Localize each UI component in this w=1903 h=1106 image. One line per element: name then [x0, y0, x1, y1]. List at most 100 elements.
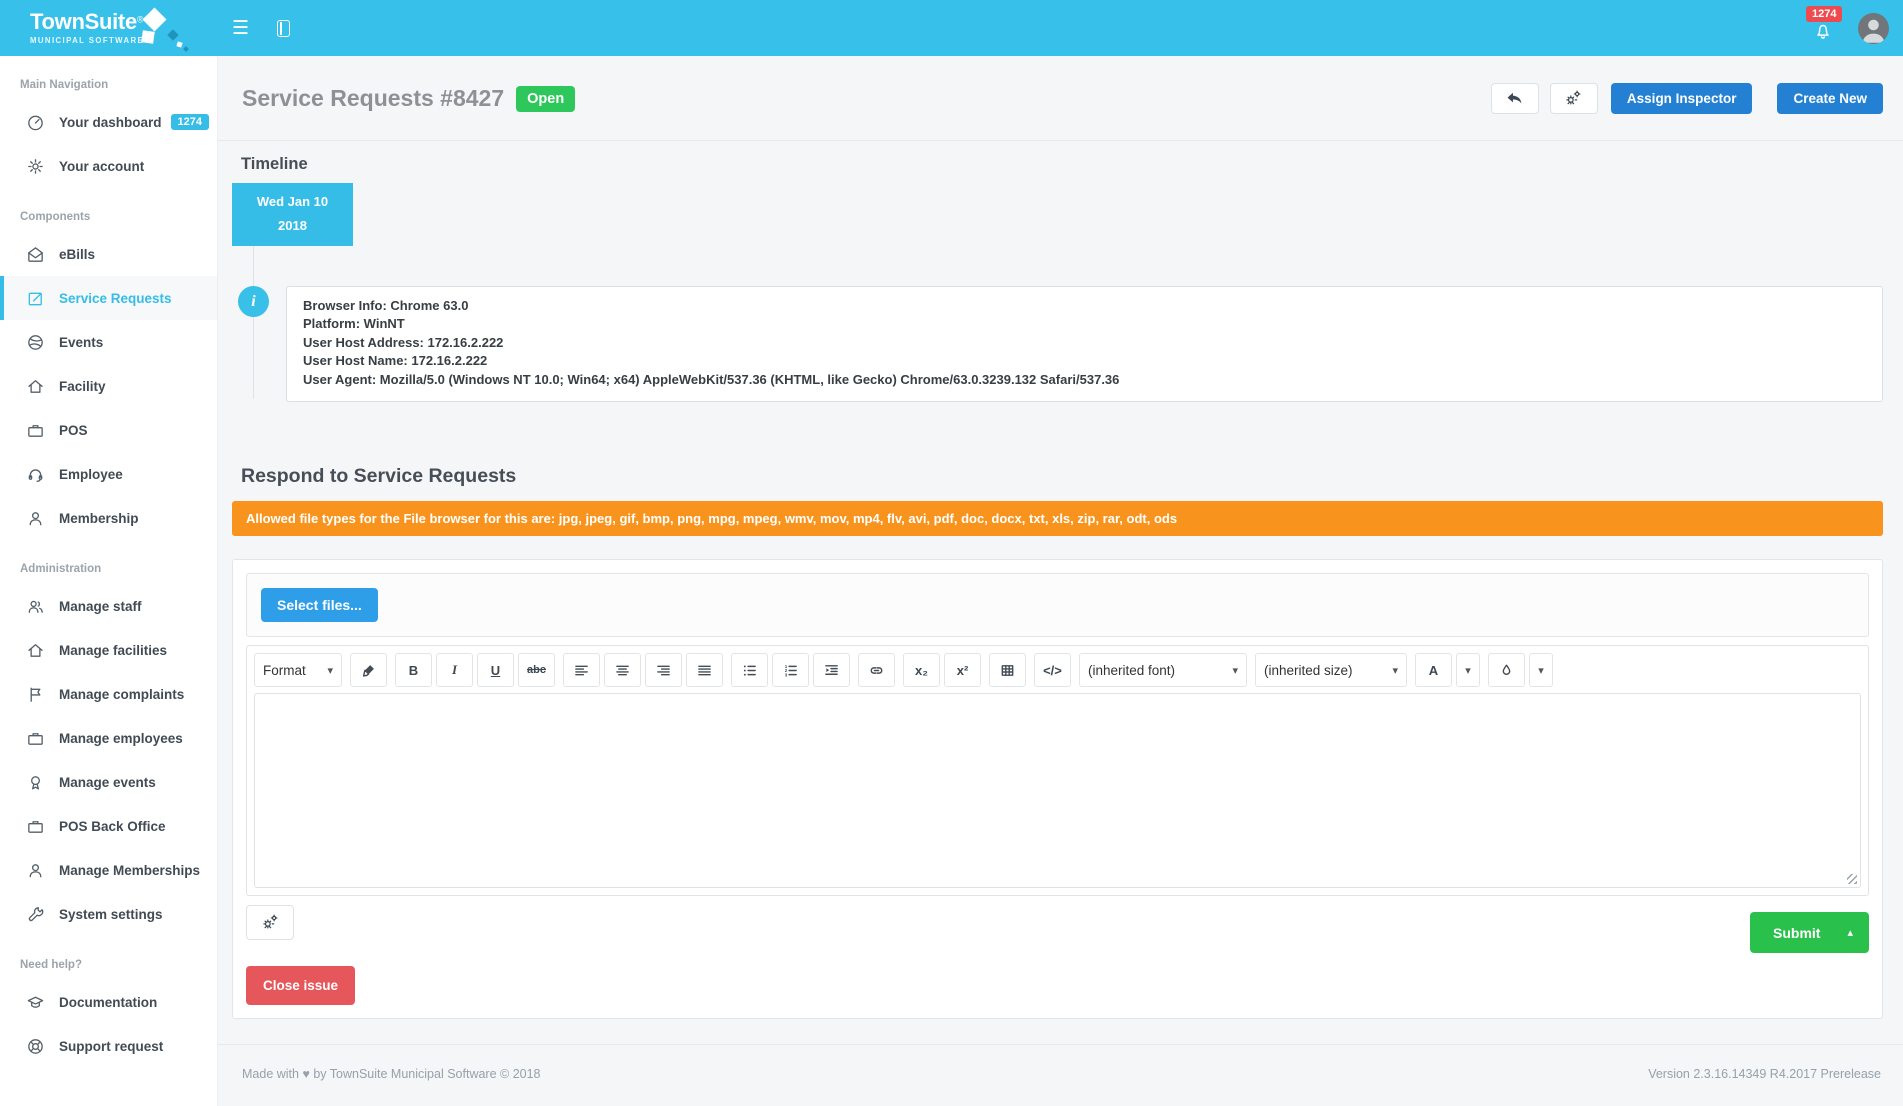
indent-button[interactable]: [813, 653, 850, 687]
sidebar-item-manage-facilities[interactable]: Manage facilities: [0, 628, 217, 672]
align-right-button[interactable]: [645, 653, 682, 687]
sidebar-item-events[interactable]: Events: [0, 320, 217, 364]
brand-text: TownSuite® MUNICIPAL SOFTWARE: [30, 11, 144, 45]
mobile-view-button[interactable]: [263, 0, 304, 56]
superscript-button[interactable]: x²: [944, 653, 981, 687]
sidebar-item-system-settings[interactable]: System settings: [0, 892, 217, 936]
brand-name: TownSuite: [30, 9, 137, 34]
footer-version: Version 2.3.16.14349 R4.2017 Prerelease: [1648, 1067, 1881, 1106]
sidebar-item-manage-employees[interactable]: Manage employees: [0, 716, 217, 760]
dashboard-count-badge: 1274: [171, 114, 209, 130]
select-files-button[interactable]: Select files...: [261, 588, 378, 622]
svg-text:3: 3: [785, 672, 788, 677]
text-color-button[interactable]: A: [1415, 653, 1452, 687]
caret-down-icon: ▾: [327, 664, 333, 677]
sidebar-item-your-dashboard[interactable]: Your dashboard 1274: [0, 100, 217, 144]
submit-label: Submit: [1773, 925, 1820, 941]
caret-down-icon: ▾: [1538, 664, 1544, 677]
person-icon: [1858, 13, 1889, 44]
brand-logo[interactable]: TownSuite® MUNICIPAL SOFTWARE: [0, 0, 218, 56]
code-button[interactable]: </>: [1034, 653, 1071, 687]
format-dropdown-label: Format: [263, 663, 306, 678]
sidebar-item-membership[interactable]: Membership: [0, 496, 217, 540]
align-right-icon: [656, 663, 671, 678]
sidebar-item-manage-memberships[interactable]: Manage Memberships: [0, 848, 217, 892]
sidebar-item-employee[interactable]: Employee: [0, 452, 217, 496]
numbered-list-icon: 123: [783, 663, 798, 678]
resize-handle[interactable]: [1847, 874, 1857, 884]
undo-button[interactable]: [1491, 83, 1539, 114]
avatar[interactable]: [1858, 13, 1889, 44]
user-agent-line: User Agent: Mozilla/5.0 (Windows NT 10.0…: [303, 371, 1866, 389]
bold-button[interactable]: B: [395, 653, 432, 687]
sidebar-item-label: Manage employees: [59, 731, 183, 746]
sidebar-item-manage-events[interactable]: Manage events: [0, 760, 217, 804]
status-badge: Open: [516, 86, 575, 112]
tablet-icon: [277, 20, 290, 37]
sidebar-item-label: Manage facilities: [59, 643, 167, 658]
create-new-button[interactable]: Create New: [1777, 83, 1883, 114]
align-left-button[interactable]: [563, 653, 600, 687]
file-dropzone[interactable]: Select files...: [246, 573, 1869, 637]
align-center-button[interactable]: [604, 653, 641, 687]
header-settings-button[interactable]: [1550, 83, 1598, 114]
align-justify-button[interactable]: [686, 653, 723, 687]
briefcase-icon: [24, 817, 46, 836]
undo-arrow-icon: [1505, 90, 1524, 107]
sidebar-toggle-button[interactable]: ☰: [218, 0, 263, 56]
top-navbar: TownSuite® MUNICIPAL SOFTWARE ☰ 1274: [0, 0, 1903, 56]
gears-icon: [261, 913, 280, 932]
briefcase-icon: [24, 421, 46, 440]
underline-button[interactable]: U: [477, 653, 514, 687]
form-settings-button[interactable]: [246, 905, 294, 940]
sidebar-item-ebills[interactable]: eBills: [0, 232, 217, 276]
sidebar-section-administration: Administration: [0, 540, 217, 584]
align-justify-icon: [697, 663, 712, 678]
sidebar-item-facility[interactable]: Facility: [0, 364, 217, 408]
brand-diamond: [142, 7, 166, 31]
sidebar-item-support-request[interactable]: Support request: [0, 1024, 217, 1068]
link-icon: [869, 663, 884, 678]
page-header: Service Requests #8427 Open Assign Inspe…: [218, 56, 1903, 114]
sidebar-item-manage-complaints[interactable]: Manage complaints: [0, 672, 217, 716]
submit-button[interactable]: Submit ▴: [1750, 912, 1869, 953]
sidebar-item-label: Facility: [59, 379, 106, 394]
remove-format-button[interactable]: [350, 653, 387, 687]
sidebar-item-pos[interactable]: POS: [0, 408, 217, 452]
editor-content-area[interactable]: [254, 693, 1861, 888]
sidebar-section-main-navigation: Main Navigation: [0, 56, 217, 100]
sidebar-item-label: Service Requests: [59, 291, 172, 306]
sidebar-item-pos-back-office[interactable]: POS Back Office: [0, 804, 217, 848]
align-center-icon: [615, 663, 630, 678]
brand-diamond: [167, 29, 178, 40]
strikethrough-button[interactable]: abc: [518, 653, 555, 687]
bullet-list-button[interactable]: [731, 653, 768, 687]
text-color-caret-button[interactable]: ▾: [1456, 653, 1480, 687]
close-issue-button[interactable]: Close issue: [246, 966, 355, 1005]
sidebar-item-your-account[interactable]: Your account: [0, 144, 217, 188]
italic-button[interactable]: I: [436, 653, 473, 687]
sidebar: Main Navigation Your dashboard 1274 Your…: [0, 56, 218, 1106]
format-dropdown[interactable]: Format ▾: [254, 653, 342, 687]
table-button[interactable]: [989, 653, 1026, 687]
timeline-date-card: Wed Jan 10 2018: [232, 183, 353, 246]
envelope-open-icon: [24, 245, 46, 264]
timeline-section: Timeline Wed Jan 10 2018 i Browser Info:…: [218, 141, 1903, 402]
allowed-file-types-alert: Allowed file types for the File browser …: [232, 501, 1883, 536]
link-button[interactable]: [858, 653, 895, 687]
sidebar-item-service-requests[interactable]: Service Requests: [0, 276, 217, 320]
sidebar-item-label: Documentation: [59, 995, 157, 1010]
numbered-list-button[interactable]: 123: [772, 653, 809, 687]
sidebar-item-manage-staff[interactable]: Manage staff: [0, 584, 217, 628]
brand-diamond: [141, 30, 155, 44]
background-color-caret-button[interactable]: ▾: [1529, 653, 1553, 687]
notifications-button[interactable]: 1274: [1804, 0, 1848, 56]
sidebar-item-label: Your account: [59, 159, 144, 174]
subscript-button[interactable]: x₂: [903, 653, 940, 687]
font-family-dropdown[interactable]: (inherited font) ▾: [1079, 653, 1247, 687]
font-size-dropdown[interactable]: (inherited size) ▾: [1255, 653, 1407, 687]
caret-down-icon: ▾: [1392, 664, 1398, 677]
background-color-button[interactable]: [1488, 653, 1525, 687]
sidebar-item-documentation[interactable]: Documentation: [0, 980, 217, 1024]
assign-inspector-button[interactable]: Assign Inspector: [1611, 83, 1753, 114]
